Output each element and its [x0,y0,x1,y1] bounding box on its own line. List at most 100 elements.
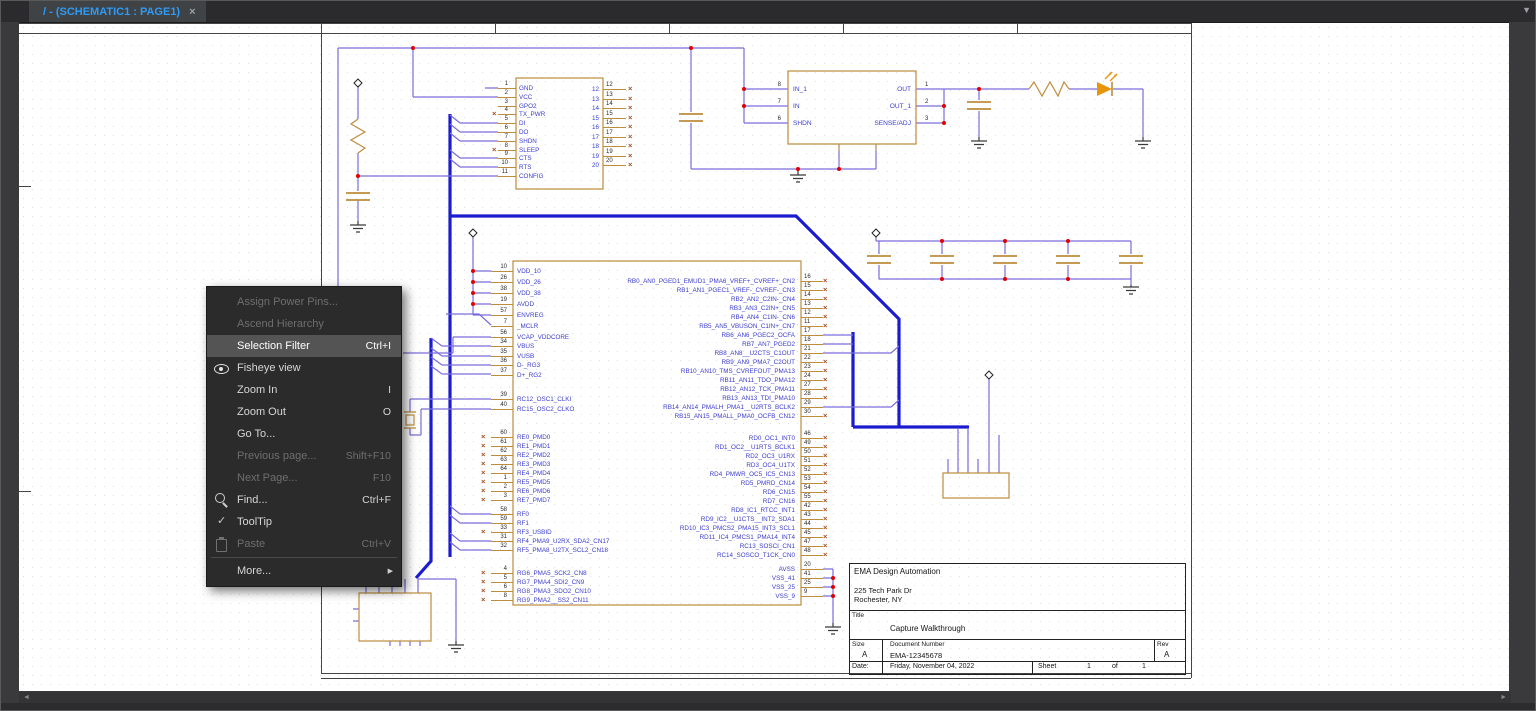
ic1-pin-row: RB6_AN6_PGEC2_OCFA17× [501,331,833,340]
company-address1: 225 Tech Park Dr [854,586,912,595]
menu-item-shortcut: Ctrl+F [362,494,401,506]
ic1-pin-row: RD0_OC1_INT046× [501,434,833,443]
horizontal-scrollbar[interactable]: ◄ ► [19,692,1511,703]
rev-value: A [1164,650,1169,659]
ic1-pin-row: VSS_99× [501,592,833,601]
ic1-pin-row: RD11_IC4_PMCS1_PMA14_INT445× [501,533,833,542]
menu-item[interactable]: Go To... ▶ [207,423,401,445]
menu-item-label: Assign Power Pins... [237,296,391,308]
docnum-value: EMA-12345678 [890,651,942,660]
sheet-label: Sheet [1038,663,1056,670]
menu-item-label: Previous page... [237,450,346,462]
capture-app-window: / - (SCHEMATIC1 : PAGE1) × ▼ [0,0,1536,711]
menu-item[interactable]: Previous page... Shift+F10 ▶ [207,445,401,467]
context-menu: Assign Power Pins... ▶ Ascend Hierarchy … [206,286,402,587]
sheet-value: 1 [1087,663,1091,670]
menu-item-icon [207,511,237,533]
ic1-pin-row: RB2_AN2_C2IN-_CN414× [501,295,833,304]
ic1-pin-row: RB5_AN5_VBUSON_C1IN+_CN711× [501,322,833,331]
ic1-pin-row: RB1_AN1_PGEC1_VREF-_CVREF-_CN315× [501,286,833,295]
menu-item-icon [207,379,237,401]
size-value: A [862,650,867,659]
menu-item-label: Go To... [237,428,391,440]
menu-item[interactable]: Find... Ctrl+F ▶ [207,489,401,511]
menu-item[interactable]: Selection Filter Ctrl+I ▶ [207,335,401,357]
left-window-edge [1,22,19,711]
ic1-pin-row: RB12_AN12_TCK_PMA1127× [501,385,833,394]
ic1-pin-row: RD8_IC1_RTCC_INT142× [501,506,833,515]
menu-item-label: Ascend Hierarchy [237,318,391,330]
ic1-pin-row: RB11_AN11_TDO_PMA1224× [501,376,833,385]
drawing-title: Capture Walkthrough [890,624,965,633]
ic1-pin-row: VSS_2525× [501,583,833,592]
menu-item-label: Fisheye view [237,362,391,374]
company-address2: Rochester, NY [854,595,902,604]
ic1-pin-row: RD9_IC2__U1CTS__INT2_SDA143× [501,515,833,524]
menu-item[interactable]: Paste Ctrl+V ▶ [207,533,401,555]
menu-item-shortcut: Ctrl+I [366,340,401,352]
submenu-arrow-icon: ▶ [388,567,401,575]
menu-item-label: Next Page... [237,472,373,484]
menu-item-icon [207,357,237,379]
menu-item[interactable]: Zoom In I ▶ [207,379,401,401]
menu-item[interactable]: Ascend Hierarchy ▶ [207,313,401,335]
menu-item-shortcut: Shift+F10 [346,450,401,462]
ic1-pin-row: RB4_AN4_C1IN-_CN612× [501,313,833,322]
ic1-pin-row: RB0_AN0_PGED1_EMUD1_PMA6_VREF+_CVREF+_CN… [501,277,833,286]
ic1-pin-row: RB14_AN14_PMALH_PMA1__U2RTS_BCLK229× [501,403,833,412]
menu-item[interactable]: Next Page... F10 ▶ [207,467,401,489]
menu-item-icon [207,401,237,423]
menu-item[interactable]: Zoom Out O ▶ [207,401,401,423]
menu-item-icon [207,533,237,555]
date-label: Date: [852,663,869,670]
ic1-pin-row: RD3_OC4_U1TX51× [501,461,833,470]
bottom-window-edge [1,703,1536,711]
ic1-pin-row: RB8_AN8__U2CTS_C1OUT21× [501,349,833,358]
menu-item-icon [207,313,237,335]
menu-item[interactable]: More... ▶ [207,560,401,582]
menu-item-label: Zoom In [237,384,388,396]
menu-item-label: Selection Filter [237,340,366,352]
u1-pin-row: SENSE/ADJ3 [831,119,961,128]
u1-pin-row: OUT1 [831,85,961,94]
title-label: Title [852,612,864,619]
menu-item-icon [207,335,237,357]
u1-pin-row: OUT_12 [831,102,961,111]
ic1-pin-row: RD7_CN1655× [501,497,833,506]
menu-item-shortcut: Ctrl+V [362,538,401,550]
jp1-pin-row: ×11CONFIG [456,172,616,181]
ic1-pin-row: RB7_AN7_PGED218× [501,340,833,349]
size-label: Size [852,641,865,648]
menu-item-icon [207,560,237,582]
right-window-edge [1509,22,1535,711]
menu-item-shortcut: O [383,406,401,418]
docnum-label: Document Number [890,641,945,648]
ic1-pin-row: RC14_SOSCO_T1CK_CN048× [501,551,833,560]
scroll-left-icon[interactable]: ◄ [23,692,30,703]
menu-item[interactable]: Fisheye view ▶ [207,357,401,379]
menu-item-label: Paste [237,538,362,550]
company-name: EMA Design Automation [854,567,940,576]
menu-item[interactable]: Assign Power Pins... ▶ [207,291,401,313]
menu-item-label: More... [237,565,378,577]
sheet-of-label: of [1112,663,1118,670]
menu-item-label: Find... [237,494,362,506]
ic1-pin-row: RD1_OC2__U1RTS_BCLK149× [501,443,833,452]
ic1-pin-row: RB15_AN15_PMALL_PMA0_OCFB_CN1230× [501,412,833,421]
sheet-total: 1 [1142,663,1146,670]
menu-item-icon [207,489,237,511]
menu-item-icon [207,467,237,489]
menu-item-icon [207,445,237,467]
scroll-right-icon[interactable]: ► [1500,692,1507,703]
date-value: Friday, November 04, 2022 [890,663,974,670]
ic1-pin-row: RD2_OC3_U1RX50× [501,452,833,461]
jp1-pin-row: 2020× [561,161,651,170]
title-block: EMA Design Automation 225 Tech Park Dr R… [849,563,1186,675]
menu-item-label: Zoom Out [237,406,383,418]
ic1-pin-row: AVSS20× [501,565,833,574]
ic1-pin-row: RB3_AN3_C2IN+_CN513× [501,304,833,313]
led-symbol [1097,72,1117,96]
ic1-pin-row: RC13_SOSCI_CN147× [501,542,833,551]
menu-item[interactable]: ToolTip ▶ [207,511,401,533]
menu-item-shortcut: F10 [373,472,401,484]
